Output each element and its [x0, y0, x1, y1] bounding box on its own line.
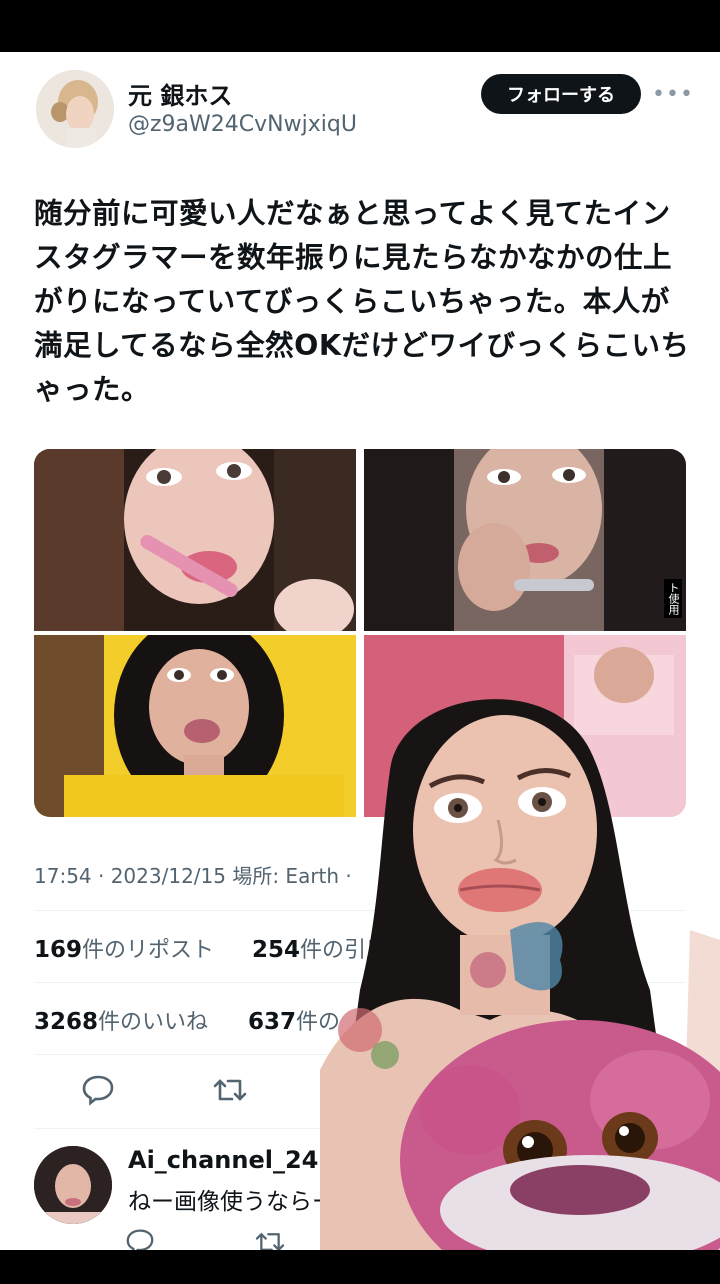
follow-button[interactable]: フォローする: [481, 74, 641, 114]
more-dots-icon[interactable]: •••: [652, 76, 693, 112]
author-handle[interactable]: @z9aW24CvNwjxiqU: [128, 112, 357, 137]
tweet-image-3[interactable]: [34, 635, 356, 817]
tweet-image-2[interactable]: ト使用: [364, 449, 686, 631]
tweet-meta: 17:54 · 2023/12/15 場所: Earth ·: [34, 864, 352, 888]
reply-author-name[interactable]: Ai_channel_24: [128, 1146, 318, 1174]
reply-repost-icon[interactable]: [250, 1222, 290, 1250]
top-black-bar: [0, 0, 720, 52]
reposts-stat[interactable]: 169件のリポスト: [34, 932, 214, 964]
tweet-text: 随分前に可愛い人だなぁと思ってよく見てたインスタグラマーを数年振りに見たらなかな…: [34, 197, 690, 406]
bottom-black-bar: [0, 1250, 720, 1280]
tweet-image-1[interactable]: [34, 449, 356, 631]
reposts-label: 件のリポスト: [82, 938, 215, 963]
quotes-count: 254: [252, 937, 301, 963]
person-cutout-overlay: [320, 690, 720, 1284]
bookmarks-count: 637: [248, 1009, 297, 1035]
repost-icon[interactable]: [210, 1070, 250, 1110]
likes-count: 3268: [34, 1009, 99, 1035]
author-name[interactable]: 元 銀ホス: [128, 76, 232, 111]
reply-icon[interactable]: [78, 1070, 118, 1110]
likes-label: 件のいいね: [98, 1010, 209, 1035]
reply-reply-icon[interactable]: [120, 1222, 160, 1250]
reposts-count: 169: [34, 937, 83, 963]
reply-author-avatar[interactable]: [34, 1146, 112, 1224]
author-avatar[interactable]: [36, 70, 114, 148]
likes-stat[interactable]: 3268件のいいね: [34, 1004, 208, 1036]
image-watermark-label: ト使用: [664, 579, 682, 618]
